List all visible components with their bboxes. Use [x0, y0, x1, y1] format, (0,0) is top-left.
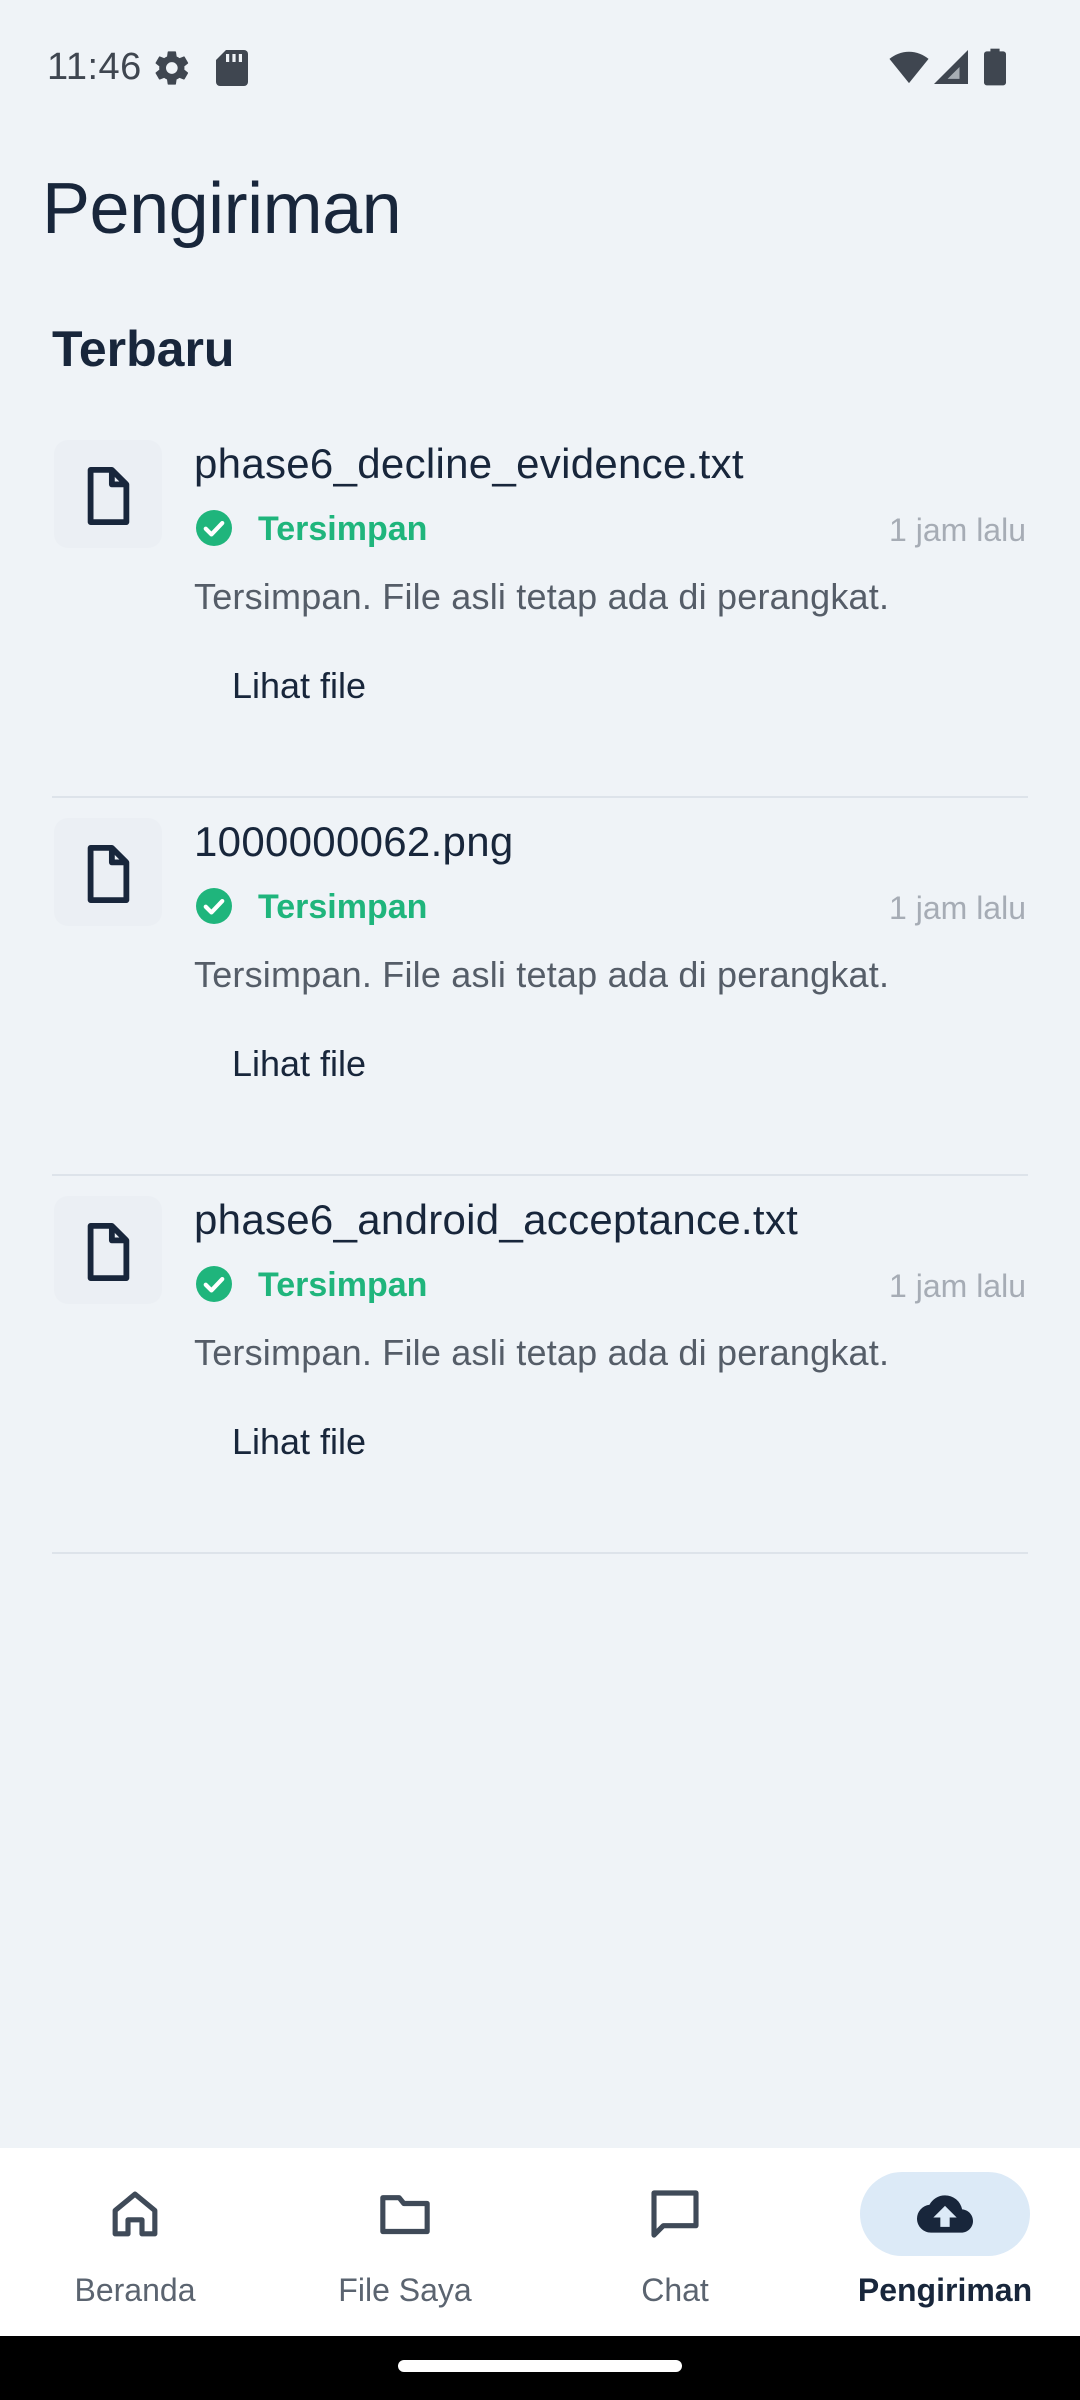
file-name: phase6_decline_evidence.txt — [194, 440, 744, 487]
view-file-button[interactable]: Lihat file — [194, 638, 404, 734]
file-name: 1000000062.png — [194, 818, 514, 865]
signal-icon — [934, 50, 968, 84]
upload-description: Tersimpan. File asli tetap ada di perang… — [194, 954, 890, 995]
upload-item: phase6_android_acceptance.txt Tersimpan … — [0, 1176, 1080, 1554]
status-label: Tersimpan — [258, 888, 428, 926]
file-thumbnail — [54, 440, 162, 548]
upload-status-row: Tersimpan 1 jam lalu — [194, 1262, 1026, 1306]
upload-list: phase6_decline_evidence.txt Tersimpan 1 … — [0, 420, 1080, 1554]
nav-label: Chat — [641, 2272, 709, 2308]
nav-label: Pengiriman — [857, 2272, 1033, 2308]
status-bar: 11:46 — [0, 0, 1080, 136]
time-ago: 1 jam lalu — [889, 890, 1026, 926]
divider — [52, 1552, 1028, 1554]
page-title: Pengiriman — [42, 169, 402, 249]
check-circle-icon — [196, 510, 232, 546]
nav-label: Beranda — [74, 2272, 196, 2308]
nav-label: File Saya — [338, 2272, 472, 2308]
status-label: Tersimpan — [258, 510, 428, 548]
time-ago: 1 jam lalu — [889, 512, 1026, 548]
section-title: Terbaru — [52, 321, 235, 377]
home-icon — [112, 2191, 158, 2237]
nav-item-pengiriman[interactable]: Pengiriman — [810, 2148, 1080, 2336]
time-ago: 1 jam lalu — [889, 1268, 1026, 1304]
file-thumbnail — [54, 1196, 162, 1304]
gear-icon — [155, 51, 189, 85]
view-file-button[interactable]: Lihat file — [194, 1394, 404, 1490]
upload-status-row: Tersimpan 1 jam lalu — [194, 884, 1026, 928]
upload-status-row: Tersimpan 1 jam lalu — [194, 506, 1026, 550]
folder-icon — [380, 2195, 430, 2235]
file-name: phase6_android_acceptance.txt — [194, 1196, 799, 1243]
bottom-navigation: Beranda File Saya Chat Pengiriman — [0, 2148, 1080, 2336]
upload-item: 1000000062.png Tersimpan 1 jam lalu Ters… — [0, 798, 1080, 1176]
screen: 11:46 Pengiriman Terbaru phase6_decline_… — [0, 0, 1080, 2400]
sd-card-icon — [216, 50, 248, 86]
status-label: Tersimpan — [258, 1266, 428, 1304]
chat-icon — [651, 2190, 699, 2238]
nav-item-beranda[interactable]: Beranda — [0, 2148, 270, 2336]
wifi-icon — [889, 51, 929, 84]
view-file-button[interactable]: Lihat file — [194, 1016, 404, 1112]
nav-item-chat[interactable]: Chat — [540, 2148, 810, 2336]
nav-item-file-saya[interactable]: File Saya — [270, 2148, 540, 2336]
file-thumbnail — [54, 818, 162, 926]
upload-description: Tersimpan. File asli tetap ada di perang… — [194, 576, 890, 617]
check-circle-icon — [196, 1266, 232, 1302]
upload-description: Tersimpan. File asli tetap ada di perang… — [194, 1332, 890, 1373]
file-icon — [87, 1223, 130, 1281]
file-icon — [87, 467, 130, 525]
battery-icon — [984, 48, 1006, 86]
upload-item: phase6_decline_evidence.txt Tersimpan 1 … — [0, 420, 1080, 798]
gesture-handle[interactable] — [398, 2360, 682, 2372]
system-gesture-bar — [0, 2336, 1080, 2400]
cloud-upload-icon — [917, 2195, 973, 2233]
status-time: 11:46 — [47, 46, 142, 88]
check-circle-icon — [196, 888, 232, 924]
file-icon — [87, 845, 130, 903]
